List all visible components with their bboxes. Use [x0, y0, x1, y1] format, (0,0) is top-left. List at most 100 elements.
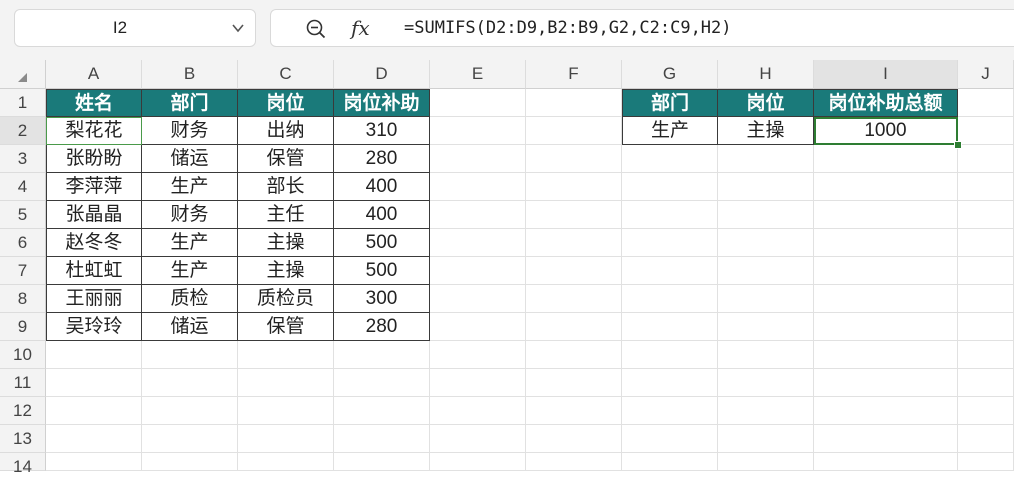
grid-cell[interactable]	[814, 145, 958, 173]
summary-header-cell[interactable]: 部门	[622, 89, 718, 117]
grid-cell[interactable]	[430, 89, 526, 117]
column-header-d[interactable]: D	[334, 60, 430, 89]
zoom-out-icon[interactable]	[305, 18, 327, 40]
grid-cell[interactable]	[526, 229, 622, 257]
table-cell[interactable]: 李萍萍	[46, 173, 142, 201]
table-cell[interactable]: 储运	[142, 145, 238, 173]
summary-cell-position[interactable]: 主操	[718, 117, 814, 145]
grid-cell[interactable]	[430, 313, 526, 341]
row-header-4[interactable]: 4	[0, 173, 46, 201]
row-header-14[interactable]: 14	[0, 453, 46, 476]
table-cell[interactable]: 财务	[142, 117, 238, 145]
grid-cell[interactable]	[46, 341, 142, 369]
grid-cell[interactable]	[622, 397, 718, 425]
grid-cell[interactable]	[238, 453, 334, 471]
grid-cell[interactable]	[622, 369, 718, 397]
grid-cell[interactable]	[814, 173, 958, 201]
grid-cell[interactable]	[958, 341, 1014, 369]
grid-cell[interactable]	[334, 425, 430, 453]
table-cell[interactable]: 储运	[142, 313, 238, 341]
grid-cell[interactable]	[526, 369, 622, 397]
grid-cell[interactable]	[430, 341, 526, 369]
table-header-cell[interactable]: 岗位	[238, 89, 334, 117]
grid-cell[interactable]	[958, 313, 1014, 341]
grid-cell[interactable]	[814, 341, 958, 369]
grid-cell[interactable]	[958, 145, 1014, 173]
grid-cell[interactable]	[958, 369, 1014, 397]
grid-cell[interactable]	[814, 369, 958, 397]
grid-cell[interactable]	[814, 453, 958, 471]
table-cell[interactable]: 主操	[238, 229, 334, 257]
grid-cell[interactable]	[430, 453, 526, 471]
grid-cell[interactable]	[718, 173, 814, 201]
column-header-f[interactable]: F	[526, 60, 622, 89]
grid-cell[interactable]	[430, 425, 526, 453]
grid-cell[interactable]	[958, 453, 1014, 471]
grid-cell[interactable]	[142, 369, 238, 397]
grid-cell[interactable]	[334, 453, 430, 471]
grid-cell[interactable]	[430, 173, 526, 201]
grid-cell[interactable]	[526, 257, 622, 285]
grid-cell[interactable]	[622, 145, 718, 173]
grid-cell[interactable]	[958, 201, 1014, 229]
grid-cell[interactable]	[814, 397, 958, 425]
grid-cell[interactable]	[526, 453, 622, 471]
grid-cell[interactable]	[814, 285, 958, 313]
summary-header-cell[interactable]: 岗位补助总额	[814, 89, 958, 117]
column-header-e[interactable]: E	[430, 60, 526, 89]
grid-cell[interactable]	[718, 313, 814, 341]
table-cell[interactable]: 王丽丽	[46, 285, 142, 313]
table-cell[interactable]: 财务	[142, 201, 238, 229]
grid-cell[interactable]	[718, 145, 814, 173]
grid-cell[interactable]	[238, 341, 334, 369]
table-cell[interactable]: 保管	[238, 145, 334, 173]
grid-cell[interactable]	[718, 369, 814, 397]
table-cell[interactable]: 质检	[142, 285, 238, 313]
row-header-8[interactable]: 8	[0, 285, 46, 313]
grid-cell[interactable]	[142, 397, 238, 425]
grid-cell[interactable]	[334, 369, 430, 397]
grid-cell[interactable]	[46, 397, 142, 425]
row-header-13[interactable]: 13	[0, 425, 46, 453]
table-cell[interactable]: 保管	[238, 313, 334, 341]
grid-cell[interactable]	[430, 229, 526, 257]
grid-cell[interactable]	[622, 201, 718, 229]
column-header-i[interactable]: I	[814, 60, 958, 89]
row-header-10[interactable]: 10	[0, 341, 46, 369]
grid-cell[interactable]	[814, 257, 958, 285]
grid-cell[interactable]	[622, 341, 718, 369]
grid-cell[interactable]	[526, 117, 622, 145]
table-cell[interactable]: 400	[334, 201, 430, 229]
table-cell[interactable]: 出纳	[238, 117, 334, 145]
grid-cell[interactable]	[238, 369, 334, 397]
grid-cell[interactable]	[622, 257, 718, 285]
table-header-cell[interactable]: 姓名	[46, 89, 142, 117]
grid-cell[interactable]	[958, 425, 1014, 453]
table-cell[interactable]: 梨花花	[46, 117, 142, 145]
grid-cell[interactable]	[430, 145, 526, 173]
grid-cell[interactable]	[622, 229, 718, 257]
name-box[interactable]: I2	[14, 9, 256, 47]
row-header-9[interactable]: 9	[0, 313, 46, 341]
grid-cell[interactable]	[430, 397, 526, 425]
table-cell[interactable]: 赵冬冬	[46, 229, 142, 257]
grid-cell[interactable]	[814, 201, 958, 229]
grid-cell[interactable]	[526, 145, 622, 173]
column-header-j[interactable]: J	[958, 60, 1014, 89]
table-cell[interactable]: 吴玲玲	[46, 313, 142, 341]
row-header-7[interactable]: 7	[0, 257, 46, 285]
grid-cell[interactable]	[958, 257, 1014, 285]
grid-cell[interactable]	[814, 425, 958, 453]
grid-cell[interactable]	[526, 341, 622, 369]
table-cell[interactable]: 310	[334, 117, 430, 145]
grid-cell[interactable]	[46, 453, 142, 471]
column-header-g[interactable]: G	[622, 60, 718, 89]
row-header-3[interactable]: 3	[0, 145, 46, 173]
grid-cell[interactable]	[334, 397, 430, 425]
row-header-5[interactable]: 5	[0, 201, 46, 229]
grid-cell[interactable]	[958, 397, 1014, 425]
table-cell[interactable]: 280	[334, 313, 430, 341]
grid-cell[interactable]	[718, 229, 814, 257]
grid-cell[interactable]	[958, 229, 1014, 257]
table-cell[interactable]: 主任	[238, 201, 334, 229]
